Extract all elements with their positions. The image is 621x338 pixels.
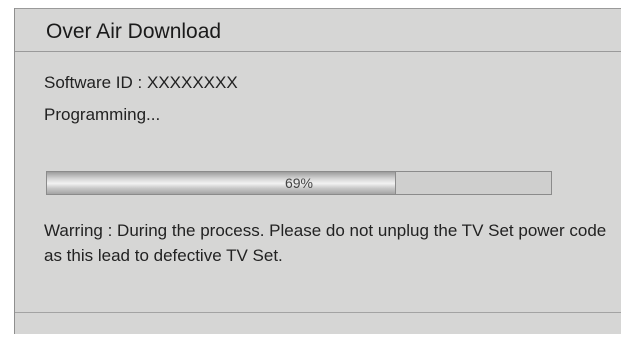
warning-message: Warring : During the process. Please do … (44, 221, 607, 265)
dialog-title: Over Air Download (46, 20, 222, 43)
progress-percent-label: 69% (284, 175, 314, 191)
status-text: Programming... (44, 105, 161, 124)
ota-download-dialog: Over Air Download Software ID : XXXXXXXX… (14, 8, 621, 334)
software-id-text: Software ID : XXXXXXXX (44, 73, 238, 92)
bottom-divider (15, 312, 621, 313)
progress-bar: 69% (46, 171, 552, 195)
title-bar: Over Air Download (15, 8, 621, 52)
